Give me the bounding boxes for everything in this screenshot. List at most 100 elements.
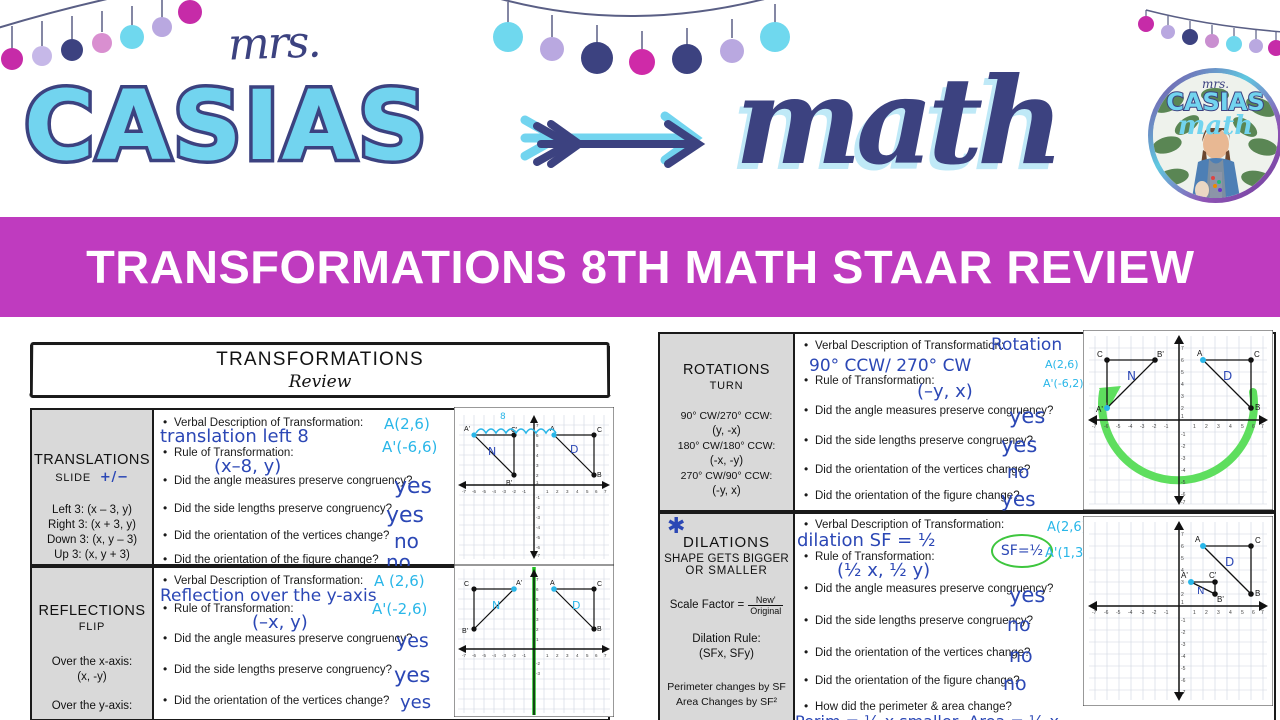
q-sides-2: Did the side lengths preserve congruency… bbox=[162, 662, 392, 677]
answer-sides-4: no bbox=[1007, 614, 1031, 636]
svg-text:-5: -5 bbox=[1116, 424, 1121, 430]
translations-subtitle-text: SLIDE bbox=[55, 472, 91, 484]
answer-verbal-4: dilation SF = ½ bbox=[797, 530, 936, 551]
brand-header: mrs. CASIAS math mrs. CASIAS math bbox=[0, 0, 1280, 215]
section-translations: TRANSLATIONS SLIDE +/− Left 3: (x – 3, y… bbox=[30, 407, 614, 574]
svg-text:-3: -3 bbox=[1181, 456, 1186, 462]
answer-rule-4: (½ x, ½ y) bbox=[837, 560, 931, 581]
svg-text:-2: -2 bbox=[536, 661, 540, 666]
answer-angles: yes bbox=[394, 474, 433, 499]
svg-text:A: A bbox=[1197, 349, 1203, 358]
worksheet-banner: TRANSFORMATIONS Review bbox=[29, 342, 611, 399]
section-dilations-subtitle: SHAPE GETS BIGGER bbox=[664, 553, 789, 565]
graph-translations: -7 -6 -5 -4 -3 -2 -1 1 2 345 67 765 432 1 -1 -2… bbox=[454, 407, 614, 565]
svg-text:D: D bbox=[1225, 555, 1234, 569]
svg-text:2: 2 bbox=[1181, 406, 1184, 412]
answer-coord-img-3: A'(-6,2) bbox=[1043, 377, 1084, 390]
svg-text:-5: -5 bbox=[1181, 666, 1186, 672]
answer-coord-img: A'(-6,6) bbox=[382, 438, 438, 456]
rotations-rule-0: 90° CW/270° CCW: bbox=[680, 410, 773, 422]
rotations-rule-4: 270° CW/90° CCW: bbox=[680, 470, 773, 482]
svg-text:-2: -2 bbox=[1152, 610, 1157, 616]
svg-text:-7: -7 bbox=[1092, 610, 1097, 616]
reflections-rule-2: Over the y-axis: bbox=[51, 700, 133, 712]
svg-text:-2: -2 bbox=[1181, 630, 1186, 636]
answer-figure-3: yes bbox=[1001, 487, 1036, 511]
section-dilations-subtitle2: OR SMALLER bbox=[685, 565, 768, 577]
section-rotations-body: Verbal Description of Transformation: Ru… bbox=[795, 330, 1274, 511]
svg-text:2: 2 bbox=[1205, 610, 1208, 616]
brand-arrow-icon bbox=[495, 100, 720, 185]
answer-angles-4: yes bbox=[1009, 583, 1046, 607]
answer-vertices-3: no bbox=[1007, 462, 1030, 483]
svg-text:6: 6 bbox=[1252, 610, 1255, 616]
brand-name-text: CASIAS bbox=[20, 70, 430, 182]
svg-text:N: N bbox=[492, 599, 500, 612]
reflections-rule-1: (x, -y) bbox=[77, 671, 107, 683]
svg-text:N: N bbox=[1127, 369, 1136, 383]
svg-text:2: 2 bbox=[1181, 592, 1184, 598]
svg-text:-6: -6 bbox=[1104, 424, 1109, 430]
svg-text:-6: -6 bbox=[1104, 610, 1109, 616]
svg-text:7: 7 bbox=[1181, 346, 1184, 352]
svg-text:-3: -3 bbox=[536, 671, 540, 676]
answer-verbal-2: Reflection over the y-axis bbox=[160, 586, 377, 606]
svg-text:B': B' bbox=[1157, 350, 1164, 359]
answer-rule: (x–8, y) bbox=[214, 456, 282, 477]
section-translations-body: Verbal Description of Transformation: Ru… bbox=[154, 407, 614, 574]
svg-text:B': B' bbox=[1217, 595, 1224, 604]
answer-coord-pre-2: A (2,6) bbox=[374, 572, 425, 590]
svg-text:-7: -7 bbox=[536, 553, 540, 558]
scale-factor-label: Scale Factor = bbox=[669, 599, 745, 611]
svg-text:-7: -7 bbox=[1181, 500, 1186, 506]
svg-text:A': A' bbox=[516, 580, 522, 587]
q-angles-2: Did the angle measures preserve congruen… bbox=[162, 631, 412, 646]
section-reflections: REFLECTIONS FLIP Over the x-axis: (x, -y… bbox=[30, 565, 614, 720]
svg-text:-3: -3 bbox=[502, 653, 506, 658]
svg-text:C: C bbox=[597, 427, 602, 434]
svg-text:-4: -4 bbox=[1128, 610, 1133, 616]
star-icon: ✱ bbox=[667, 514, 686, 539]
graph-rotations: -7 -6 -5 -4 -3 -2 -1 1 2 345 67 765 432 1 -1 -2… bbox=[1083, 330, 1273, 510]
rotations-rule-1: (y, -x) bbox=[712, 425, 741, 437]
svg-text:2: 2 bbox=[1205, 424, 1208, 430]
svg-text:B: B bbox=[597, 472, 602, 479]
translations-rule-3: Up 3: (x, y + 3) bbox=[54, 549, 130, 561]
svg-text:-6: -6 bbox=[472, 489, 476, 494]
svg-text:A': A' bbox=[1096, 405, 1103, 414]
svg-text:-1: -1 bbox=[536, 495, 540, 500]
reflections-rules: Over the x-axis: (x, -y) Over the y-axis… bbox=[52, 655, 133, 714]
svg-text:D: D bbox=[570, 443, 578, 456]
dilation-rule-value: (SFx, SFy) bbox=[699, 648, 754, 660]
svg-text:4: 4 bbox=[1229, 610, 1232, 616]
svg-text:-4: -4 bbox=[1181, 468, 1186, 474]
svg-text:5: 5 bbox=[1181, 556, 1184, 562]
scale-factor-fraction: New' Original bbox=[748, 595, 784, 616]
section-rotations-title: ROTATIONS bbox=[683, 362, 770, 378]
svg-text:A': A' bbox=[464, 426, 470, 433]
answer-circled-sf: SF=½ bbox=[991, 534, 1053, 568]
svg-text:1: 1 bbox=[1193, 610, 1196, 616]
svg-text:-7: -7 bbox=[462, 653, 466, 658]
svg-text:3: 3 bbox=[1217, 424, 1220, 430]
answer-coord-pre-4: A(2,6) bbox=[1047, 520, 1087, 535]
answer-verbal-3: Rotation bbox=[991, 335, 1063, 355]
section-dilations-label: ✱ DILATIONS SHAPE GETS BIGGER OR SMALLER… bbox=[660, 514, 795, 720]
video-title-bar: TRANSFORMATIONS 8TH MATH STAAR REVIEW bbox=[0, 217, 1280, 317]
svg-text:C: C bbox=[1097, 350, 1103, 359]
svg-text:-2: -2 bbox=[512, 489, 516, 494]
answer-coord-img-2: A'(-2,6) bbox=[372, 600, 428, 618]
section-rotations-subtitle: TURN bbox=[709, 380, 744, 392]
rotations-rule-5: (-y, x) bbox=[712, 485, 741, 497]
q-vertices: Did the orientation of the vertices chan… bbox=[162, 528, 389, 543]
garland-right bbox=[1128, 0, 1280, 76]
rotations-rule-2: 180° CW/180° CCW: bbox=[677, 440, 776, 452]
answer-figure-4: no bbox=[1003, 673, 1027, 695]
svg-text:-5: -5 bbox=[536, 535, 540, 540]
q-angles: Did the angle measures preserve congruen… bbox=[162, 473, 412, 488]
scale-factor-den: Original bbox=[750, 606, 782, 616]
svg-text:3: 3 bbox=[1181, 580, 1184, 586]
svg-text:1: 1 bbox=[1193, 424, 1196, 430]
svg-text:-2: -2 bbox=[512, 653, 516, 658]
svg-text:-1: -1 bbox=[1164, 424, 1169, 430]
